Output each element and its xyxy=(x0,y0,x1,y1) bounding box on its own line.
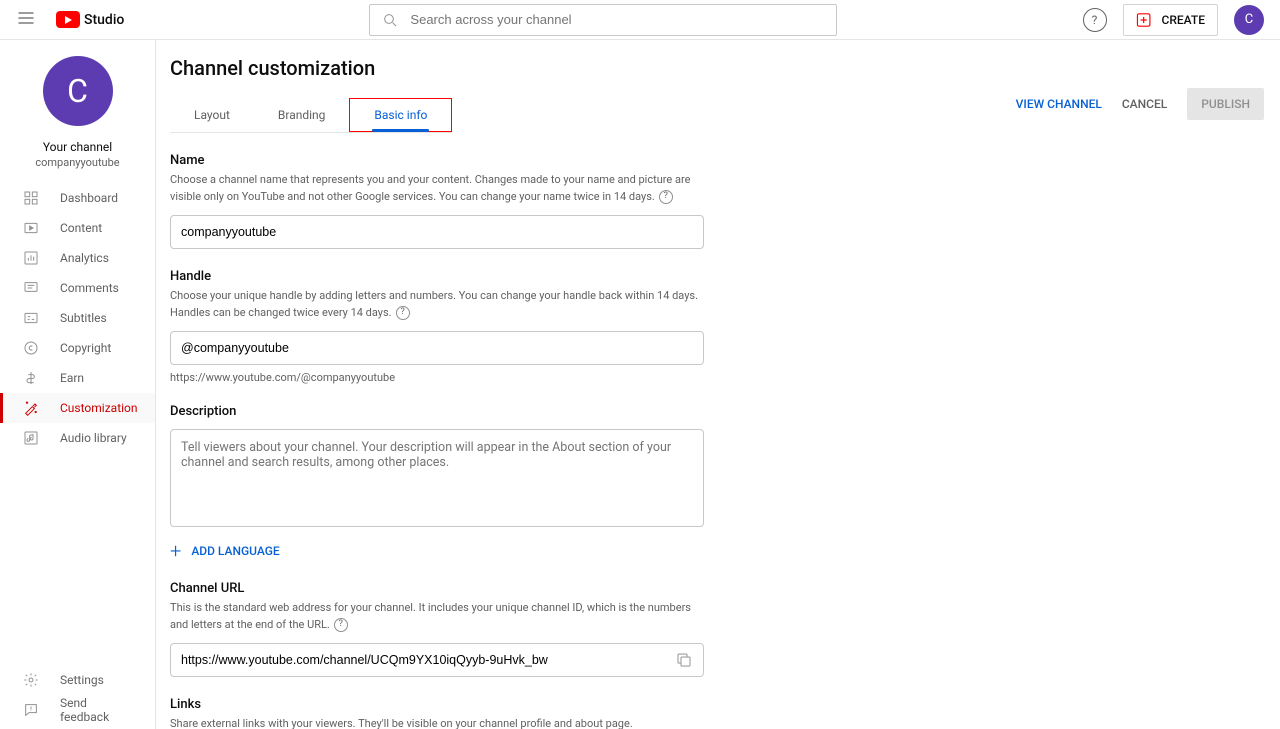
help-icon[interactable]: ? xyxy=(1083,8,1107,32)
handle-desc: Choose your unique handle by adding lett… xyxy=(170,288,704,321)
your-channel-label: Your channel xyxy=(43,140,112,154)
channel-block: C Your channel companyyoutube xyxy=(0,40,155,183)
handle-title: Handle xyxy=(170,269,704,284)
main-content: Channel customization Layout Branding Ba… xyxy=(156,40,1280,729)
channel-url-title: Channel URL xyxy=(170,581,704,596)
channel-url-input[interactable] xyxy=(181,653,675,667)
feedback-icon xyxy=(22,701,40,719)
page-actions: VIEW CHANNEL CANCEL PUBLISH xyxy=(1016,88,1264,120)
copy-icon[interactable] xyxy=(675,651,693,669)
channel-url-box xyxy=(170,643,704,677)
sidebar-item-analytics[interactable]: Analytics xyxy=(0,243,155,273)
subtitles-icon xyxy=(22,309,40,327)
name-title: Name xyxy=(170,153,704,168)
name-desc: Choose a channel name that represents yo… xyxy=(170,172,704,205)
description-section: Description + ADD LANGUAGE xyxy=(170,404,704,561)
create-plus-icon xyxy=(1136,13,1156,27)
sidebar: C Your channel companyyoutube Dashboard … xyxy=(0,40,156,729)
sidebar-item-feedback[interactable]: Send feedback xyxy=(0,695,155,725)
sidebar-item-earn[interactable]: Earn xyxy=(0,363,155,393)
links-title: Links xyxy=(170,697,704,712)
handle-section: Handle Choose your unique handle by addi… xyxy=(170,269,704,384)
view-channel-button[interactable]: VIEW CHANNEL xyxy=(1016,97,1102,111)
page-title: Channel customization xyxy=(170,56,452,80)
name-help-icon[interactable]: ? xyxy=(659,190,673,204)
description-box xyxy=(170,429,704,527)
publish-button[interactable]: PUBLISH xyxy=(1187,88,1264,120)
search-box[interactable] xyxy=(369,4,837,36)
analytics-icon xyxy=(22,249,40,267)
links-desc: Share external links with your viewers. … xyxy=(170,716,704,729)
links-section: Links Share external links with your vie… xyxy=(170,697,704,729)
name-section: Name Choose a channel name that represen… xyxy=(170,153,704,249)
earn-icon xyxy=(22,369,40,387)
add-language-button[interactable]: + ADD LANGUAGE xyxy=(170,541,704,561)
copyright-icon xyxy=(22,339,40,357)
tab-layout[interactable]: Layout xyxy=(170,98,254,132)
sidebar-item-content[interactable]: Content xyxy=(0,213,155,243)
sidebar-item-subtitles[interactable]: Subtitles xyxy=(0,303,155,333)
account-avatar[interactable]: C xyxy=(1234,5,1264,35)
sidebar-item-copyright[interactable]: Copyright xyxy=(0,333,155,363)
customization-icon xyxy=(22,399,40,417)
comments-icon xyxy=(22,279,40,297)
tabs: Layout Branding Basic info xyxy=(170,98,452,133)
handle-input-box xyxy=(170,331,704,365)
search-icon xyxy=(382,12,398,28)
youtube-icon xyxy=(56,11,80,28)
gear-icon xyxy=(22,671,40,689)
content-icon xyxy=(22,219,40,237)
plus-icon: + xyxy=(170,541,181,561)
name-input[interactable] xyxy=(181,225,693,239)
top-header: Studio ? CREATE C xyxy=(0,0,1280,40)
tab-branding[interactable]: Branding xyxy=(254,98,350,132)
handle-help-icon[interactable]: ? xyxy=(396,306,410,320)
sidebar-item-dashboard[interactable]: Dashboard xyxy=(0,183,155,213)
channel-avatar[interactable]: C xyxy=(43,56,113,126)
channel-url-section: Channel URL This is the standard web add… xyxy=(170,581,704,677)
studio-label: Studio xyxy=(84,12,124,28)
search-input[interactable] xyxy=(410,12,824,27)
cancel-button[interactable]: CANCEL xyxy=(1122,97,1167,111)
description-title: Description xyxy=(170,404,704,419)
sidebar-item-customization[interactable]: Customization xyxy=(0,393,155,423)
handle-url-preview: https://www.youtube.com/@companyyoutube xyxy=(170,371,704,384)
url-help-icon[interactable]: ? xyxy=(334,618,348,632)
audio-icon xyxy=(22,429,40,447)
sidebar-item-comments[interactable]: Comments xyxy=(0,273,155,303)
create-button[interactable]: CREATE xyxy=(1123,4,1218,36)
description-input[interactable] xyxy=(181,440,693,516)
sidebar-item-settings[interactable]: Settings xyxy=(0,665,155,695)
handle-input[interactable] xyxy=(181,341,693,355)
name-input-box xyxy=(170,215,704,249)
dashboard-icon xyxy=(22,189,40,207)
hamburger-menu-icon[interactable] xyxy=(16,8,40,32)
channel-handle-label: companyyoutube xyxy=(35,156,119,169)
tab-basic-info[interactable]: Basic info xyxy=(349,98,452,132)
sidebar-item-audio-library[interactable]: Audio library xyxy=(0,423,155,453)
channel-url-desc: This is the standard web address for you… xyxy=(170,600,704,633)
youtube-studio-logo[interactable]: Studio xyxy=(56,11,124,28)
